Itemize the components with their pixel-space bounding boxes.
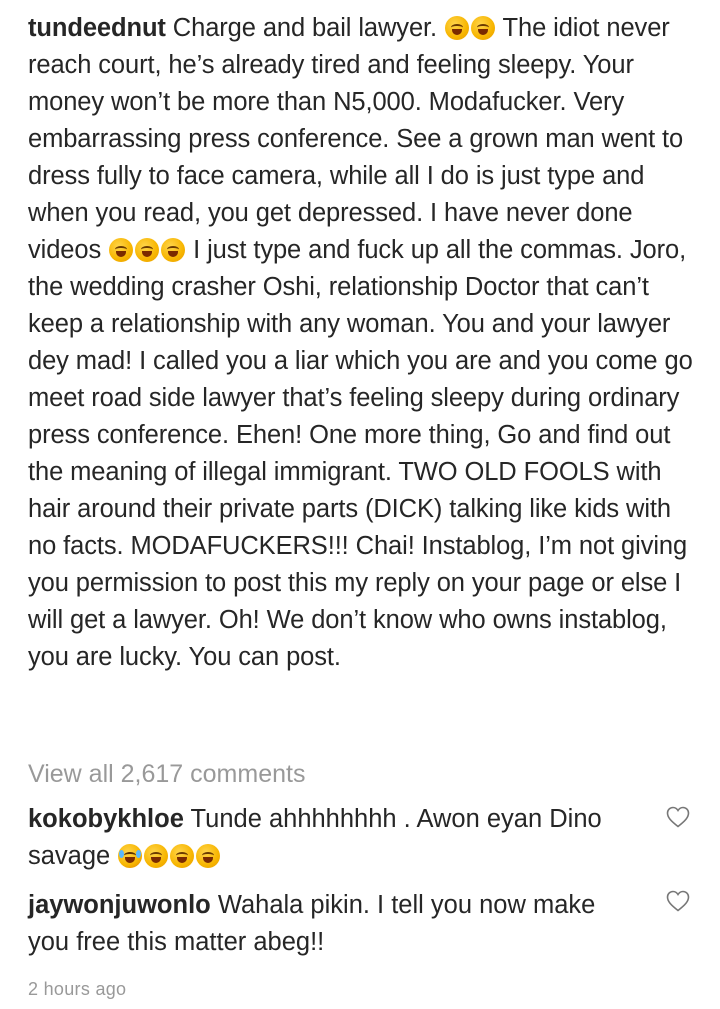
comment-item: jaywonjuwonlo Wahala pikin. I tell you n… — [28, 887, 628, 961]
post-timestamp: 2 hours ago — [28, 979, 127, 999]
comment-username[interactable]: kokobykhloe — [28, 805, 184, 833]
comment-username[interactable]: jaywonjuwonlo — [28, 891, 211, 919]
post-username[interactable]: tundeednut — [28, 14, 166, 42]
laughing-emoji-icon — [470, 16, 495, 40]
crying-emoji-icon — [118, 844, 143, 868]
laughing-emoji-icon — [196, 844, 221, 868]
comment-item: kokobykhloe Tunde ahhhhhhhh . Awon eyan … — [28, 801, 628, 875]
laughing-emoji-icon — [170, 844, 195, 868]
laughing-emoji-icon — [444, 16, 469, 40]
heart-icon[interactable] — [666, 890, 690, 912]
caption-text-part2: The idiot never reach court, he’s alread… — [28, 14, 684, 264]
post-caption: tundeednut Charge and bail lawyer. The i… — [28, 10, 704, 676]
laughing-emoji-icon — [109, 238, 134, 262]
caption-text-part3: I just type and fuck up all the commas. … — [28, 236, 693, 671]
laughing-emoji-icon — [144, 844, 169, 868]
view-all-comments-link[interactable]: View all 2,617 comments — [28, 760, 305, 789]
laughing-emoji-icon — [135, 238, 160, 262]
heart-icon[interactable] — [666, 806, 690, 828]
laughing-emoji-icon — [161, 238, 186, 262]
caption-text-part1: Charge and bail lawyer. — [165, 14, 444, 42]
